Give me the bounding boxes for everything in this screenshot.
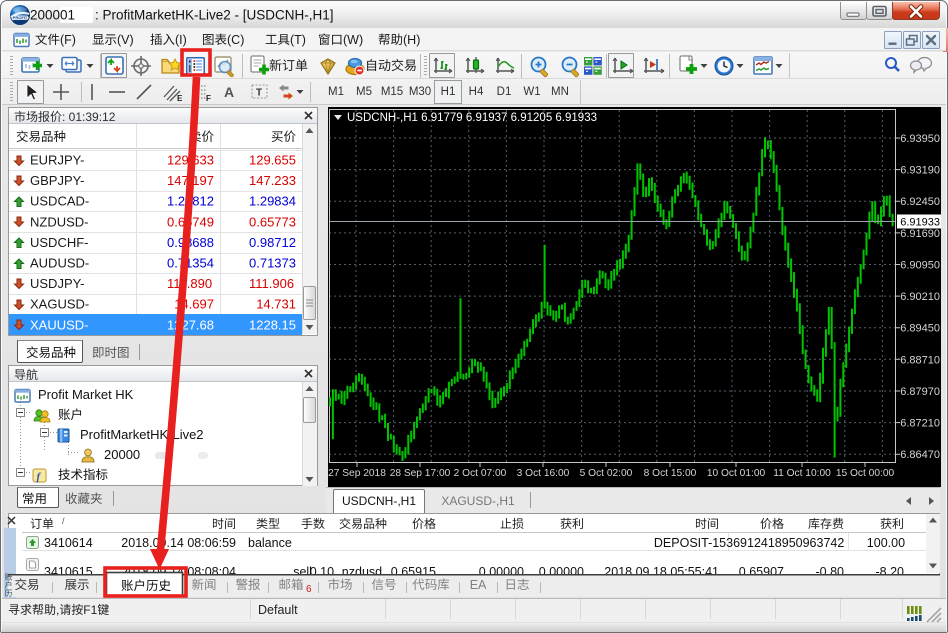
svg-text:(W): (W) bbox=[343, 33, 363, 47]
svg-text:1227.68: 1227.68 bbox=[167, 317, 214, 332]
svg-text:1.29834: 1.29834 bbox=[249, 194, 296, 209]
svg-text:: ProfitMarketHK-Live2 - [USDC: : ProfitMarketHK-Live2 - [USDCNH-,H1] bbox=[95, 8, 334, 23]
svg-text:(T): (T) bbox=[290, 33, 306, 47]
svg-text:200001: 200001 bbox=[30, 8, 75, 23]
svg-text:: 01:39:12: : 01:39:12 bbox=[62, 110, 116, 124]
svg-text:USDCAD-: USDCAD- bbox=[30, 194, 89, 209]
svg-text:USDCHF-: USDCHF- bbox=[30, 235, 89, 250]
svg-text:DEPOSIT-1536912418950963742: DEPOSIT-1536912418950963742 bbox=[654, 536, 844, 550]
svg-text:129.655: 129.655 bbox=[249, 153, 296, 168]
svg-text:USDJPY-: USDJPY- bbox=[30, 276, 84, 291]
svg-text:AUDUSD-: AUDUSD- bbox=[30, 256, 89, 271]
svg-text:111.906: 111.906 bbox=[249, 276, 294, 291]
svg-text:NZDUSD-: NZDUSD- bbox=[30, 214, 89, 229]
svg-text:EA: EA bbox=[470, 578, 487, 592]
svg-text:,: , bbox=[56, 603, 59, 617]
svg-text:XAGUSD-: XAGUSD- bbox=[30, 297, 89, 312]
svg-text:3410614: 3410614 bbox=[44, 536, 93, 550]
svg-text:GBPJPY-: GBPJPY- bbox=[30, 173, 84, 188]
svg-text:(V): (V) bbox=[117, 33, 134, 47]
svg-text:(F): (F) bbox=[60, 33, 76, 47]
svg-text:111.890: 111.890 bbox=[167, 276, 212, 291]
svg-text:(C): (C) bbox=[227, 33, 244, 47]
svg-text:2018.09.14 08:06:59: 2018.09.14 08:06:59 bbox=[121, 536, 236, 550]
svg-text:20000: 20000 bbox=[104, 447, 140, 462]
svg-text:14.731: 14.731 bbox=[256, 297, 296, 312]
svg-text:147.233: 147.233 bbox=[249, 173, 296, 188]
svg-text:0.98712: 0.98712 bbox=[249, 235, 296, 250]
svg-text:0.98688: 0.98688 bbox=[167, 235, 214, 250]
svg-text:EURJPY-: EURJPY- bbox=[30, 153, 84, 168]
svg-text:XAUUSD-: XAUUSD- bbox=[30, 317, 89, 332]
svg-text:F1: F1 bbox=[83, 603, 97, 617]
svg-text:6: 6 bbox=[306, 584, 312, 595]
svg-text:Default: Default bbox=[258, 603, 298, 617]
svg-text:(H): (H) bbox=[403, 33, 420, 47]
svg-text:0.71373: 0.71373 bbox=[249, 256, 296, 271]
svg-text:ProfitMarketHK-Live2: ProfitMarketHK-Live2 bbox=[80, 427, 204, 442]
svg-text:0.65773: 0.65773 bbox=[249, 214, 296, 229]
svg-text:balance: balance bbox=[248, 536, 292, 550]
svg-text:0.71354: 0.71354 bbox=[167, 256, 214, 271]
svg-text:Profit Market HK: Profit Market HK bbox=[38, 387, 134, 402]
svg-text:(I): (I) bbox=[175, 33, 187, 47]
svg-text:/: / bbox=[62, 516, 65, 526]
svg-text:100.00: 100.00 bbox=[867, 536, 905, 550]
svg-text:1228.15: 1228.15 bbox=[249, 317, 296, 332]
